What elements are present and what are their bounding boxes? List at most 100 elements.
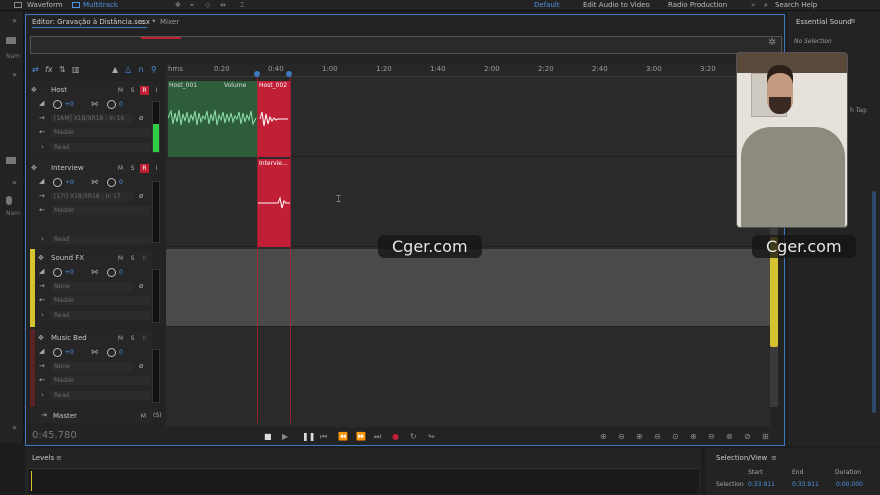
track-header-master[interactable]: ⇥ Master M <box>29 409 153 423</box>
marker-icon[interactable] <box>6 196 12 205</box>
zoom-full-icon[interactable]: ⊘ <box>744 432 751 441</box>
audio-clip[interactable]: Host_001 Volume <box>168 81 258 157</box>
pan-knob[interactable] <box>107 100 116 109</box>
zoom-in-amplitude-icon[interactable]: ⊕ <box>600 432 607 441</box>
zoom-in-point-icon[interactable]: ⊕ <box>690 432 697 441</box>
phase-invert-icon[interactable]: ø <box>139 362 143 370</box>
search-icon[interactable]: ⌕ <box>764 0 768 10</box>
pan-knob[interactable] <box>107 348 116 357</box>
input-select[interactable]: None <box>51 282 133 291</box>
eq-icon[interactable]: ▥ <box>72 65 80 74</box>
expand-icon-3[interactable]: » <box>12 178 17 187</box>
pitch-icon[interactable]: △ <box>125 65 131 74</box>
volume-value[interactable]: +0 <box>65 269 74 276</box>
skip-selection-button[interactable]: ↬ <box>428 432 435 441</box>
drag-handle-icon[interactable]: ✥ <box>31 86 37 94</box>
input-select[interactable]: None <box>51 362 133 371</box>
master-track-name[interactable]: Master <box>53 412 77 420</box>
workspace-menu-icon[interactable]: » <box>751 0 755 10</box>
record-button[interactable]: ● <box>392 432 399 441</box>
selection-view-menu-icon[interactable]: ≡ <box>771 454 777 462</box>
volume-value[interactable]: +0 <box>65 101 74 108</box>
track-header-host[interactable]: ✥ Host M S R I ◢ +0 ⋈ 0 → [1AM] X18/XR18… <box>29 81 157 157</box>
effects-icon[interactable]: fx <box>45 65 53 74</box>
play-button[interactable]: ▶ <box>282 432 288 441</box>
move-tool-icon[interactable]: ✥ <box>175 0 181 10</box>
mute-button[interactable]: M <box>116 334 125 343</box>
automation-expand-icon[interactable]: › <box>41 143 44 151</box>
zoom-to-selection-icon[interactable]: ⊙ <box>672 432 679 441</box>
overview-view-range[interactable] <box>141 37 181 39</box>
inputs-outputs-icon[interactable]: ⇄ <box>32 65 39 74</box>
pause-button[interactable]: ❚❚ <box>302 432 315 441</box>
fast-forward-button[interactable]: ⏩ <box>356 432 366 441</box>
output-select[interactable]: Master <box>51 128 151 137</box>
selection-end-value[interactable]: 0:33.911 <box>792 481 819 488</box>
sends-icon[interactable]: ⇅ <box>59 65 66 74</box>
pan-value[interactable]: 0 <box>119 179 123 186</box>
zoom-out-point-icon[interactable]: ⊖ <box>708 432 715 441</box>
tab-menu-icon[interactable]: ≡ <box>139 17 145 27</box>
rewind-button[interactable]: ⏪ <box>338 432 348 441</box>
folder-icon[interactable] <box>6 37 16 44</box>
waveform-mode-button[interactable]: Waveform <box>27 0 63 10</box>
mute-button[interactable]: M <box>116 164 125 173</box>
time-display[interactable]: 0:45.780 <box>32 430 77 441</box>
track-header-music-bed[interactable]: ✥ Music Bed M S R ◢ +0 ⋈ 0 → None ø ← Ma… <box>36 329 153 407</box>
record-arm-button[interactable]: R <box>140 254 149 263</box>
multitrack-mode-button[interactable]: Multitrack <box>83 0 118 10</box>
go-to-start-button[interactable]: ⏮ <box>320 432 327 442</box>
pan-knob[interactable] <box>107 178 116 187</box>
output-select[interactable]: Master <box>51 376 151 385</box>
expand-icon-4[interactable]: » <box>12 423 17 432</box>
drag-handle-icon[interactable]: ✥ <box>31 164 37 172</box>
track-header-sound-fx[interactable]: ✥ Sound FX M S R ◢ +0 ⋈ 0 → None ø ← Mas… <box>36 249 153 327</box>
clip-effect-label[interactable]: Volume <box>224 82 246 89</box>
drag-handle-icon[interactable]: ✥ <box>38 334 44 342</box>
automation-mode-select[interactable]: Read <box>51 235 151 244</box>
media-icon[interactable] <box>6 157 16 164</box>
tab-mixer[interactable]: Mixer <box>160 17 179 27</box>
workspace-edit-audio-to-video[interactable]: Edit Audio to Video <box>583 0 650 10</box>
monitor-input-button[interactable]: I <box>152 86 161 95</box>
automation-expand-icon[interactable]: › <box>41 311 44 319</box>
zoom-out-time-icon[interactable]: ⊖ <box>654 432 661 441</box>
zoom-tracks-icon[interactable]: ⊞ <box>762 432 769 441</box>
automation-expand-icon[interactable]: › <box>41 235 44 243</box>
track-name[interactable]: Interview <box>51 164 84 172</box>
audio-clip-selected[interactable]: Intervie... <box>258 159 290 247</box>
automation-mode-select[interactable]: Read <box>51 311 151 320</box>
volume-value[interactable]: +0 <box>65 349 74 356</box>
phase-invert-icon[interactable]: ø <box>139 282 143 290</box>
input-select[interactable]: [1AM] X18/XR18 : In 16 <box>51 114 133 123</box>
track-name[interactable]: Host <box>51 86 67 94</box>
record-arm-button[interactable]: R <box>140 86 149 95</box>
record-arm-button[interactable]: R <box>140 164 149 173</box>
selection-duration-value[interactable]: 0:00.000 <box>836 481 863 488</box>
expand-icon-2[interactable]: » <box>12 70 17 79</box>
monitor-input-button[interactable]: I <box>152 164 161 173</box>
automation-expand-icon[interactable]: › <box>41 391 44 399</box>
track-name[interactable]: Music Bed <box>51 334 87 342</box>
master-solo-button[interactable]: (S) <box>153 412 162 419</box>
panel-scrollbar[interactable] <box>872 191 876 413</box>
session-overview-bar[interactable] <box>30 36 782 54</box>
track-name[interactable]: Sound FX <box>51 254 84 262</box>
record-arm-button[interactable]: R <box>140 334 149 343</box>
volume-knob[interactable] <box>53 100 62 109</box>
volume-knob[interactable] <box>53 348 62 357</box>
zoom-in-time-icon[interactable]: ⊕ <box>636 432 643 441</box>
solo-button[interactable]: S <box>128 334 137 343</box>
stop-button[interactable]: ■ <box>264 432 272 441</box>
volume-value[interactable]: +0 <box>65 179 74 186</box>
workspace-default[interactable]: Default <box>534 0 560 10</box>
phase-invert-icon[interactable]: ø <box>139 114 143 122</box>
drag-handle-icon[interactable]: ✥ <box>38 254 44 262</box>
time-selection-tool-icon[interactable]: ⇹ <box>220 0 226 10</box>
pan-value[interactable]: 0 <box>119 349 123 356</box>
solo-button[interactable]: S <box>128 86 137 95</box>
time-ruler[interactable]: hms 0:20 0:40 1:00 1:20 1:40 2:00 2:20 2… <box>166 63 770 77</box>
solo-button[interactable]: S <box>128 164 137 173</box>
output-select[interactable]: Master <box>51 206 151 215</box>
volume-knob[interactable] <box>53 268 62 277</box>
